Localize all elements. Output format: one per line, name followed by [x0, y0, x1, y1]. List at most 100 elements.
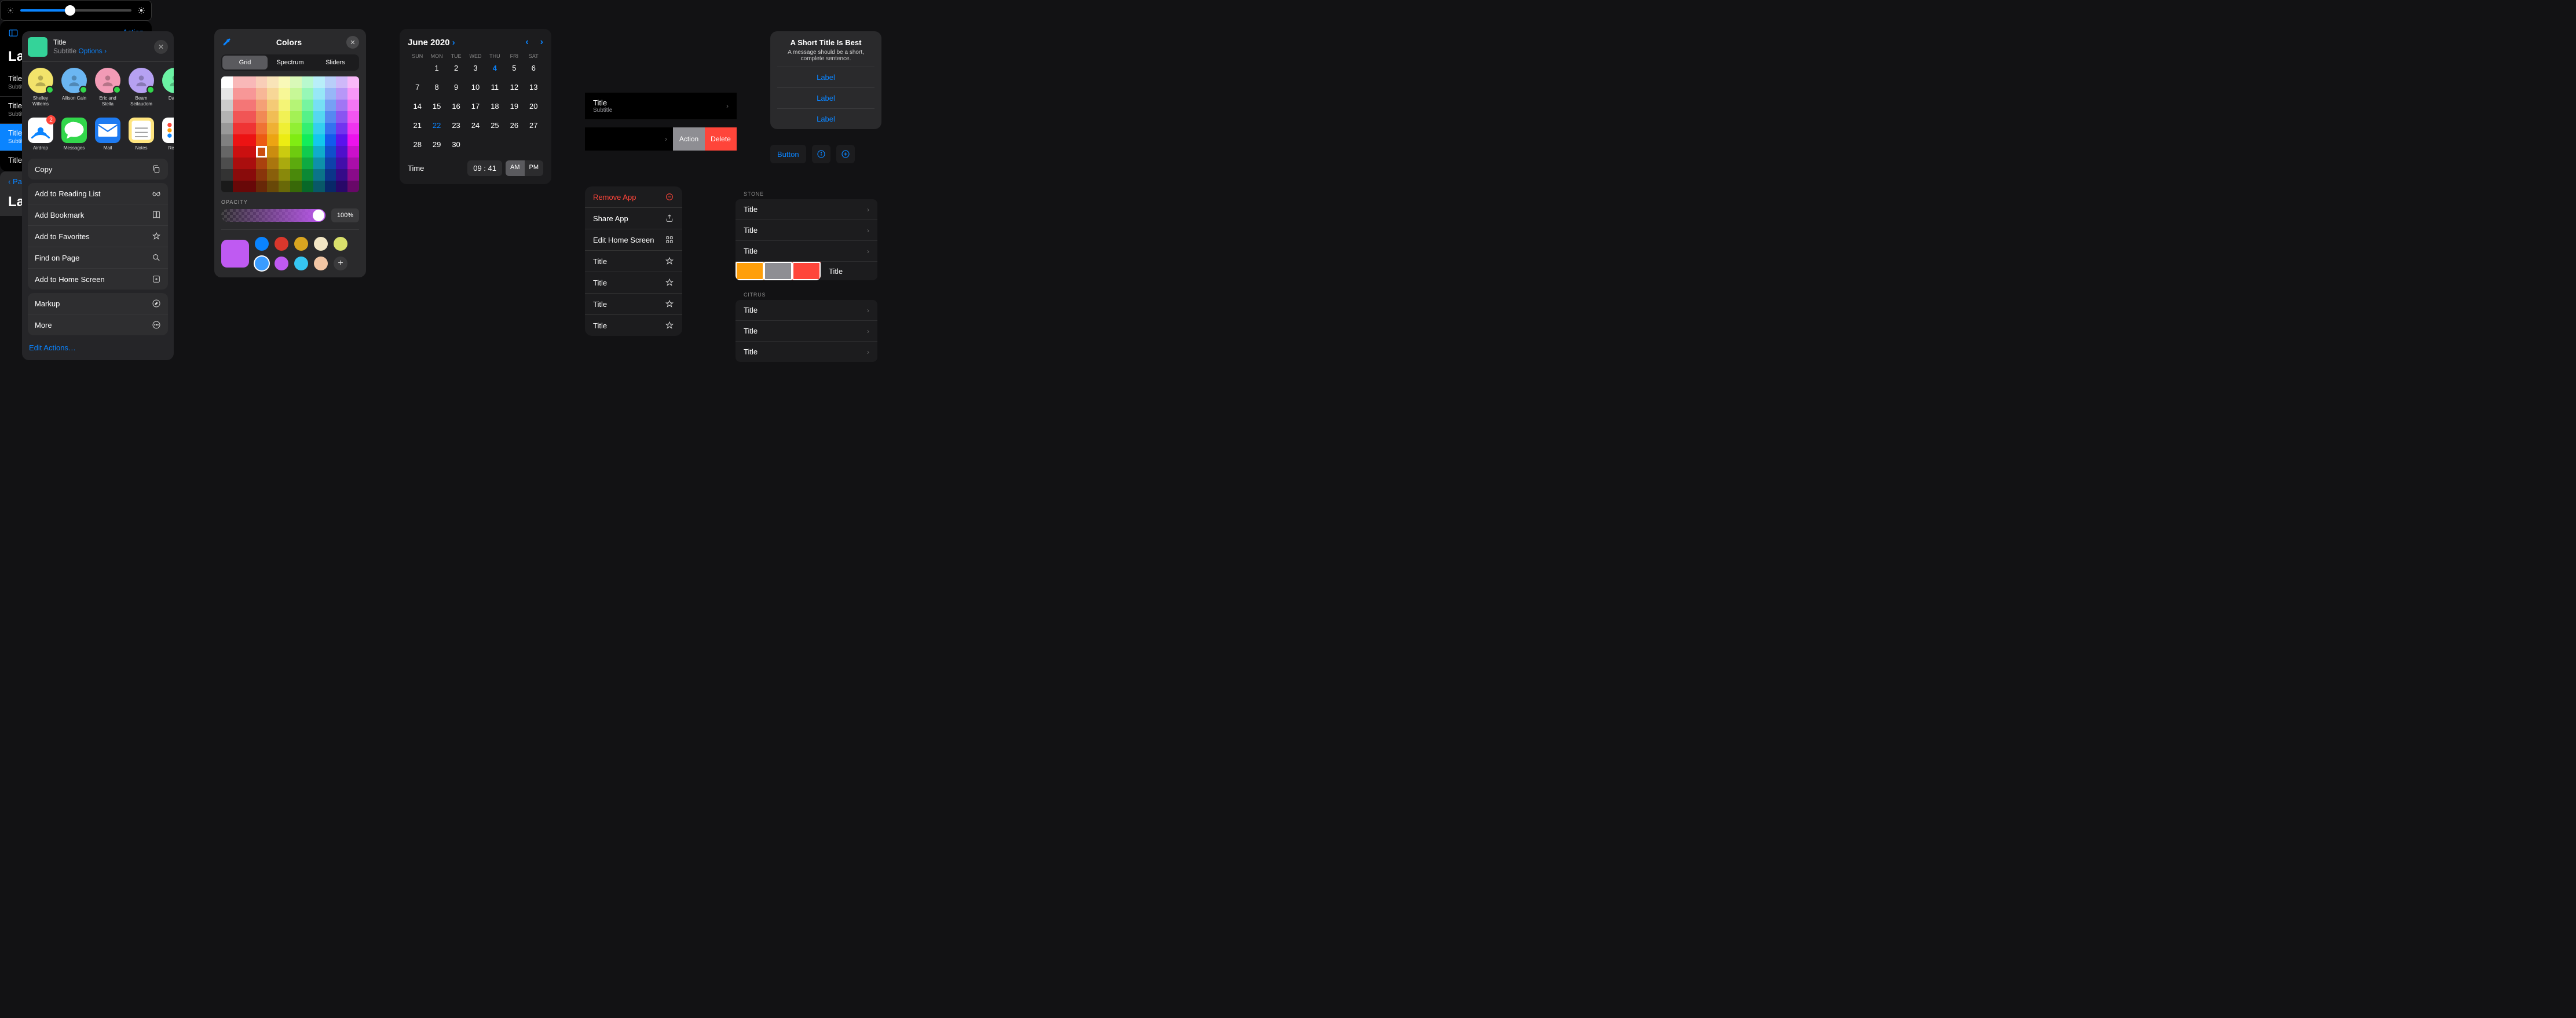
swatch[interactable] — [314, 237, 328, 251]
alert-button[interactable]: Label — [777, 87, 874, 108]
seg-spectrum[interactable]: Spectrum — [268, 56, 313, 69]
brightness-slider[interactable] — [0, 0, 152, 21]
text-button[interactable]: Button — [770, 145, 806, 163]
menu-item[interactable]: Remove App — [585, 186, 682, 208]
action-row[interactable]: Markup — [28, 293, 168, 314]
date-cell[interactable]: 14 — [408, 100, 427, 113]
next-month-icon[interactable]: › — [540, 37, 543, 47]
copy-action[interactable]: Copy — [28, 159, 168, 180]
contact-item[interactable]: Shelley Willems — [28, 68, 53, 107]
date-cell[interactable]: 3 — [466, 61, 485, 75]
date-cell[interactable]: 20 — [524, 100, 543, 113]
info-icon-button[interactable] — [812, 145, 830, 163]
swatch[interactable] — [255, 237, 269, 251]
share-options-link[interactable]: Options › — [78, 47, 107, 55]
action-row[interactable]: Add to Home Screen — [28, 269, 168, 290]
close-icon[interactable]: ✕ — [154, 40, 168, 54]
plus-icon-button[interactable] — [836, 145, 855, 163]
segment-option[interactable] — [792, 262, 821, 280]
color-grid[interactable] — [221, 76, 359, 192]
date-cell[interactable]: 2 — [447, 61, 466, 75]
list-cell[interactable]: Title› — [736, 241, 877, 262]
menu-item[interactable]: Title — [585, 315, 682, 336]
date-cell[interactable]: 24 — [466, 119, 485, 132]
menu-item[interactable]: Title — [585, 251, 682, 272]
segment-option[interactable] — [736, 262, 764, 280]
nav-first-cell[interactable]: Title Subtitle › — [585, 93, 737, 119]
brightness-track[interactable] — [20, 9, 131, 12]
date-cell[interactable]: 23 — [447, 119, 466, 132]
menu-item[interactable]: Title — [585, 294, 682, 315]
date-cell[interactable]: 16 — [447, 100, 466, 113]
action-row[interactable]: Add Bookmark — [28, 204, 168, 226]
edit-actions-link[interactable]: Edit Actions… — [22, 339, 174, 357]
swipe-delete-button[interactable]: Delete — [705, 127, 737, 151]
action-row[interactable]: Add to Reading List — [28, 183, 168, 204]
prev-month-icon[interactable]: ‹ — [525, 37, 528, 47]
date-cell[interactable]: 6 — [524, 61, 543, 75]
date-cell[interactable]: 15 — [427, 100, 446, 113]
ampm-toggle[interactable]: AM PM — [506, 160, 543, 176]
date-cell[interactable]: 12 — [504, 80, 524, 94]
date-cell[interactable]: 10 — [466, 80, 485, 94]
pm-button[interactable]: PM — [525, 160, 544, 176]
segment-option[interactable] — [764, 262, 792, 280]
list-cell[interactable]: Title› — [736, 199, 877, 220]
date-cell[interactable]: 9 — [447, 80, 466, 94]
swipe-action-button[interactable]: Action — [673, 127, 705, 151]
date-cell[interactable]: 4 — [485, 61, 504, 75]
eyedropper-icon[interactable] — [221, 37, 232, 47]
menu-item[interactable]: Share App — [585, 208, 682, 229]
app-item[interactable]: Remin — [162, 118, 174, 151]
seg-sliders[interactable]: Sliders — [313, 56, 358, 69]
date-cell[interactable]: 8 — [427, 80, 446, 94]
sidebar-icon[interactable] — [8, 28, 19, 38]
list-cell[interactable]: Title› — [736, 342, 877, 362]
contact-item[interactable]: Beam Seilaudom — [129, 68, 154, 107]
date-cell[interactable]: 22 — [427, 119, 446, 132]
date-cell[interactable]: 21 — [408, 119, 427, 132]
app-item[interactable]: 2Airdrop — [28, 118, 53, 151]
opacity-slider[interactable] — [221, 209, 325, 222]
contact-item[interactable]: Da Kn — [162, 68, 174, 107]
app-item[interactable]: Mail — [95, 118, 120, 151]
alert-button[interactable]: Label — [777, 108, 874, 129]
contact-item[interactable]: Eric and Stella — [95, 68, 120, 107]
swatch[interactable] — [294, 237, 308, 251]
add-swatch-button[interactable]: + — [334, 257, 347, 270]
date-cell[interactable]: 7 — [408, 80, 427, 94]
menu-item[interactable]: Title — [585, 272, 682, 294]
date-cell[interactable]: 5 — [504, 61, 524, 75]
date-cell[interactable]: 29 — [427, 138, 446, 151]
date-cell[interactable]: 17 — [466, 100, 485, 113]
date-cell[interactable]: 11 — [485, 80, 504, 94]
seg-grid[interactable]: Grid — [222, 56, 268, 69]
date-cell[interactable]: 1 — [427, 61, 446, 75]
date-cell[interactable]: 30 — [447, 138, 466, 151]
swatch[interactable] — [294, 257, 308, 270]
app-item[interactable]: Notes — [129, 118, 154, 151]
alert-button[interactable]: Label — [777, 67, 874, 87]
menu-item[interactable]: Edit Home Screen — [585, 229, 682, 251]
list-cell[interactable]: Title› — [736, 300, 877, 321]
color-segment[interactable] — [736, 262, 821, 280]
date-cell[interactable]: 28 — [408, 138, 427, 151]
swatch[interactable] — [255, 257, 269, 270]
date-cell[interactable]: 25 — [485, 119, 504, 132]
swatch[interactable] — [334, 237, 347, 251]
action-row[interactable]: More — [28, 314, 168, 335]
date-cell[interactable]: 26 — [504, 119, 524, 132]
date-cell[interactable]: 27 — [524, 119, 543, 132]
color-mode-segment[interactable]: Grid Spectrum Sliders — [221, 54, 359, 71]
action-row[interactable]: Find on Page — [28, 247, 168, 269]
date-cell[interactable]: 19 — [504, 100, 524, 113]
swipe-body[interactable]: › — [585, 127, 673, 151]
swatch[interactable] — [314, 257, 328, 270]
time-value[interactable]: 09 : 41 — [467, 160, 502, 176]
month-label[interactable]: June 2020 › — [408, 38, 455, 47]
am-button[interactable]: AM — [506, 160, 525, 176]
action-row[interactable]: Add to Favorites — [28, 226, 168, 247]
swatch[interactable] — [275, 257, 288, 270]
list-cell[interactable]: Title› — [736, 321, 877, 342]
date-cell[interactable]: 13 — [524, 80, 543, 94]
